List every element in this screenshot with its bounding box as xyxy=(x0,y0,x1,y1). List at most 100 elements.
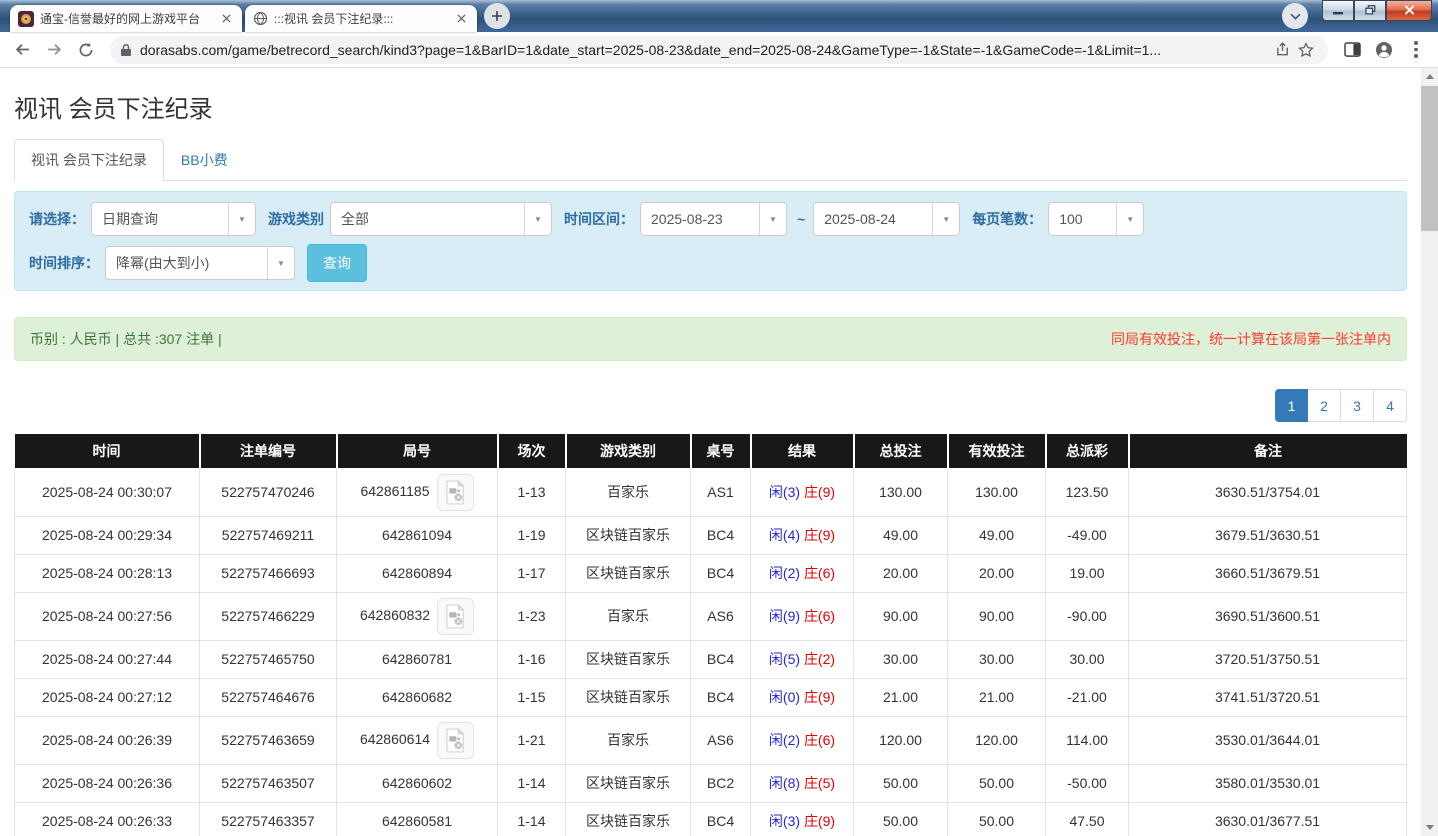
close-window-button[interactable] xyxy=(1386,0,1432,21)
reload-button[interactable] xyxy=(72,36,100,64)
share-icon xyxy=(1275,42,1290,57)
video-replay-icon[interactable] xyxy=(437,597,475,635)
back-button[interactable] xyxy=(8,36,36,64)
result-banker: 庄(9) xyxy=(803,813,836,829)
caret-down-icon: ▼ xyxy=(524,203,551,235)
cell-time: 2025-08-24 00:28:13 xyxy=(14,553,200,593)
cell-total-bet: 120.00 xyxy=(853,715,948,765)
tab-search-button[interactable] xyxy=(1282,3,1308,29)
video-replay-icon[interactable] xyxy=(436,473,474,511)
scroll-up-icon[interactable] xyxy=(1421,68,1438,85)
forward-button[interactable] xyxy=(40,36,68,64)
bookmark-button[interactable] xyxy=(1294,38,1318,62)
browser-tab-1[interactable]: 通宝-信誉最好的网上游戏平台 xyxy=(10,5,242,32)
video-replay-icon[interactable] xyxy=(437,721,475,759)
cell-game-type: 百家乐 xyxy=(565,591,691,641)
cell-round-id: 642861185 xyxy=(336,467,498,517)
table-row: 2025-08-24 00:28:13 522757466693 642860894… xyxy=(14,553,1407,593)
caret-down-icon: ▼ xyxy=(228,203,255,235)
scrollbar-thumb[interactable] xyxy=(1421,86,1438,231)
cell-time: 2025-08-24 00:26:33 xyxy=(14,801,200,836)
cell-valid-bet: 50.00 xyxy=(947,763,1046,803)
browser-tab-2[interactable]: :::视讯 会员下注纪录::: xyxy=(245,5,477,32)
close-icon[interactable] xyxy=(218,11,234,27)
game-type-label: 游戏类别 xyxy=(268,211,324,227)
close-icon[interactable] xyxy=(453,11,469,27)
date-start-select[interactable]: 2025-08-23 ▼ xyxy=(640,202,787,236)
close-icon xyxy=(1404,2,1415,20)
scroll-down-icon[interactable] xyxy=(1421,819,1438,836)
query-type-select[interactable]: 日期查询 ▼ xyxy=(91,202,256,236)
page-button[interactable]: 1 xyxy=(1275,389,1308,422)
cell-result: 闲(0) 庄(9) xyxy=(750,677,854,717)
cell-note: 3630.51/3754.01 xyxy=(1128,467,1407,517)
cell-total-bet: 130.00 xyxy=(853,467,948,517)
cell-total-bet: 21.00 xyxy=(853,677,948,717)
game-type-select[interactable]: 全部 ▼ xyxy=(330,202,552,236)
cell-game-type: 百家乐 xyxy=(565,467,691,517)
page-button[interactable]: 3 xyxy=(1341,389,1374,422)
column-header: 注单编号 xyxy=(199,434,338,469)
cell-bet-id: 522757465750 xyxy=(199,639,337,679)
cell-session: 1-19 xyxy=(497,515,566,555)
cell-bet-id: 522757463507 xyxy=(199,763,337,803)
cell-time: 2025-08-24 00:27:44 xyxy=(14,639,200,679)
column-header: 总派彩 xyxy=(1045,434,1130,469)
profile-button[interactable] xyxy=(1370,36,1398,64)
globe-icon xyxy=(253,11,268,26)
cell-result: 闲(8) 庄(5) xyxy=(750,763,854,803)
cell-result: 闲(3) 庄(9) xyxy=(750,801,854,836)
date-end-select[interactable]: 2025-08-24 ▼ xyxy=(813,202,961,236)
tab-bb-tips[interactable]: BB小费 xyxy=(164,139,245,181)
cell-bet-id: 522757469211 xyxy=(199,515,337,555)
side-panel-button[interactable] xyxy=(1338,36,1366,64)
restore-button[interactable] xyxy=(1354,0,1386,21)
tab-title: :::视讯 会员下注纪录::: xyxy=(274,12,394,26)
date-start-value: 2025-08-23 xyxy=(651,211,723,227)
cell-round-id: 642860832 xyxy=(336,591,498,641)
cell-session: 1-15 xyxy=(497,677,566,717)
search-button[interactable]: 查询 xyxy=(307,244,367,282)
column-header: 时间 xyxy=(14,434,201,469)
page-button[interactable]: 2 xyxy=(1308,389,1341,422)
window-controls xyxy=(1322,0,1432,21)
address-bar[interactable]: dorasabs.com/game/betrecord_search/kind3… xyxy=(110,35,1328,64)
page-scrollbar[interactable] xyxy=(1421,68,1438,836)
cell-total-bet: 50.00 xyxy=(853,801,948,836)
new-tab-button[interactable] xyxy=(484,3,510,29)
cell-time: 2025-08-24 00:27:12 xyxy=(14,677,200,717)
result-banker: 庄(6) xyxy=(803,608,836,624)
tab-bet-records[interactable]: 视讯 会员下注纪录 xyxy=(14,139,164,181)
round-id-text: 642860614 xyxy=(359,730,431,747)
page-button[interactable]: 4 xyxy=(1374,389,1407,422)
sort-select[interactable]: 降幂(由大到小) ▼ xyxy=(105,246,295,280)
cell-table-no: BC2 xyxy=(690,763,751,803)
cell-table-no: BC4 xyxy=(690,639,751,679)
column-header: 局号 xyxy=(336,434,499,469)
kebab-menu-icon xyxy=(1414,41,1418,58)
cell-session: 1-23 xyxy=(497,591,566,641)
reload-icon xyxy=(78,42,94,58)
cell-game-type: 区块链百家乐 xyxy=(565,763,691,803)
table-row: 2025-08-24 00:26:39 522757463659 642860614… xyxy=(14,715,1407,765)
cell-bet-id: 522757466693 xyxy=(199,553,337,593)
url-text[interactable]: dorasabs.com/game/betrecord_search/kind3… xyxy=(140,42,1270,58)
cell-time: 2025-08-24 00:26:39 xyxy=(14,715,200,765)
page-size-select[interactable]: 100 ▼ xyxy=(1048,202,1145,236)
cell-note: 3660.51/3679.51 xyxy=(1128,553,1407,593)
cell-note: 3630.01/3677.51 xyxy=(1128,801,1407,836)
menu-button[interactable] xyxy=(1402,36,1430,64)
cell-total-bet: 90.00 xyxy=(853,591,948,641)
result-player: 闲(5) xyxy=(768,651,801,667)
cell-valid-bet: 90.00 xyxy=(947,591,1046,641)
cell-round-id: 642860602 xyxy=(336,763,498,803)
share-button[interactable] xyxy=(1270,38,1294,62)
cell-game-type: 区块链百家乐 xyxy=(565,801,691,836)
minimize-button[interactable] xyxy=(1322,0,1354,21)
summary-bar: 币别 : 人民币 | 总共 :307 注单 | 同局有效投注，统一计算在该局第一… xyxy=(14,317,1407,361)
result-banker: 庄(6) xyxy=(803,565,836,581)
back-arrow-icon xyxy=(14,41,31,58)
date-end-value: 2025-08-24 xyxy=(824,211,896,227)
minimize-icon xyxy=(1333,2,1343,20)
page-content: 视讯 会员下注纪录 视讯 会员下注纪录 BB小费 请选择： 日期查询 ▼ 游戏类… xyxy=(0,68,1421,836)
